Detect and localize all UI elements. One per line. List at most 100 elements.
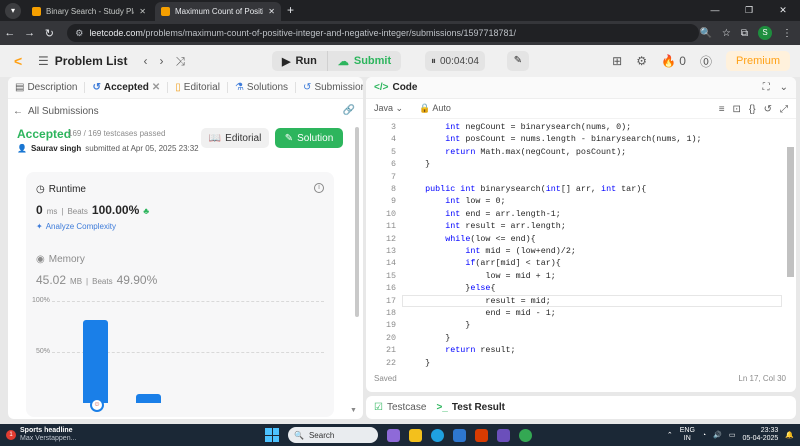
layout-icon[interactable]: ⊞ — [612, 54, 622, 68]
language-indicator[interactable]: ENG IN — [680, 427, 695, 443]
code-editor[interactable]: 3 int negCount = binarysearch(nums, 0); 4… — [366, 119, 786, 368]
editor-scrollbar[interactable] — [787, 147, 794, 277]
submitted-time: submitted at Apr 05, 2025 23:32 — [85, 144, 199, 153]
chevron-up-icon[interactable]: ⌃ — [667, 431, 673, 439]
search-label: Search — [308, 430, 335, 440]
browser-tab-binary-search[interactable]: Binary Search - Study Plan - Le ✕ — [26, 2, 152, 21]
checkbox-icon: ☑ — [374, 402, 383, 413]
minimize-icon[interactable]: — — [698, 0, 732, 20]
new-tab-button[interactable]: + — [287, 3, 294, 17]
bookmark-star-icon[interactable]: ☆ — [722, 28, 731, 39]
premium-button[interactable]: Premium — [725, 51, 790, 71]
code-line: end = mid - 1; — [405, 308, 556, 318]
scroll-down-icon[interactable]: ▼ — [350, 407, 357, 414]
tab-submissions[interactable]: ↺Submissions — [296, 82, 363, 93]
battery-icon[interactable]: ▭ — [729, 431, 736, 439]
reset-icon[interactable]: ↺ — [764, 104, 772, 115]
tab-editorial[interactable]: ▯ Editorial — [168, 82, 228, 93]
info-icon[interactable]: i — [314, 183, 324, 193]
search-lens-icon[interactable]: 🔍 — [699, 28, 711, 39]
forward-icon[interactable]: → — [20, 27, 40, 39]
solution-button[interactable]: ✎ Solution — [275, 128, 343, 148]
timer[interactable]: ⏸ 00:04:04 — [425, 51, 485, 71]
timer-icon: ⏸ — [431, 55, 436, 67]
shuffle-icon[interactable]: ⤨ — [175, 54, 185, 69]
leetcode-favicon — [32, 7, 41, 16]
your-submission-marker[interactable]: ☺ — [90, 398, 104, 412]
memory-bar[interactable] — [136, 393, 161, 403]
menu-icon[interactable]: ⋮ — [782, 28, 792, 39]
next-problem-icon[interactable]: › — [159, 54, 163, 68]
line-number: 8 — [390, 184, 396, 194]
tab-accepted[interactable]: ↺ Accepted ✕ — [85, 82, 169, 93]
chrome-icon[interactable] — [519, 428, 532, 442]
close-tab-icon[interactable]: ✕ — [139, 7, 146, 16]
file-explorer-icon[interactable] — [409, 428, 422, 442]
tab-test-result[interactable]: >_ Test Result — [436, 402, 505, 413]
browser-tab-max-count[interactable]: Maximum Count of Positive Inte ✕ — [155, 2, 281, 21]
braces-icon[interactable]: {} — [749, 104, 756, 115]
fullscreen-icon[interactable]: ⤢ — [780, 104, 788, 115]
back-icon[interactable]: ← — [0, 27, 20, 39]
edge-icon[interactable] — [431, 428, 444, 442]
author-name[interactable]: Saurav singh — [31, 144, 81, 153]
bookmark-icon[interactable]: ⊡ — [733, 104, 741, 115]
beats-separator: | — [86, 277, 89, 286]
wifi-icon[interactable]: ◔ — [702, 432, 706, 439]
profile-avatar[interactable]: S — [758, 26, 772, 40]
office-icon[interactable] — [475, 428, 488, 442]
close-tab-icon[interactable]: ✕ — [268, 7, 275, 16]
store-icon[interactable] — [453, 428, 466, 442]
notification-icon[interactable]: 🔔 — [785, 431, 794, 439]
tab-label: Editorial — [183, 82, 220, 93]
windows-taskbar: 1 Sports headline Max Verstappen... 🔍 Sear… — [0, 424, 800, 446]
notes-icon[interactable]: ≡ — [719, 104, 725, 115]
problem-list-link[interactable]: Problem List — [55, 54, 128, 68]
taskbar-search[interactable]: 🔍 Search — [288, 427, 378, 443]
share-link-icon[interactable]: 🔗 — [343, 105, 355, 116]
news-widget[interactable]: 1 Sports headline Max Verstappen... — [6, 427, 76, 443]
run-button[interactable]: ▶ Run — [272, 51, 327, 71]
close-icon[interactable]: ✕ — [152, 82, 160, 93]
memory-bar[interactable] — [83, 320, 108, 403]
line-number: 5 — [390, 146, 396, 157]
auto-indicator[interactable]: 🔒 Auto — [419, 103, 451, 114]
tab-testcase[interactable]: ☑ Testcase — [374, 402, 426, 413]
leetcode-logo[interactable]: < — [14, 53, 28, 69]
copilot-icon[interactable] — [387, 428, 400, 442]
expand-icon[interactable]: ⛶ — [763, 82, 770, 93]
app-icon[interactable] — [497, 428, 510, 442]
maximize-icon[interactable]: ❐ — [732, 0, 766, 20]
extensions-icon[interactable]: ⧉ — [741, 28, 748, 39]
editorial-button[interactable]: 📖 Editorial — [201, 128, 269, 148]
notes-button[interactable]: ✎ — [507, 51, 529, 71]
window-controls: — ❐ ✕ — [698, 0, 800, 20]
chevron-down-icon[interactable]: ⌄ — [780, 82, 788, 93]
tab-solutions[interactable]: ⚗ Solutions — [228, 82, 297, 93]
memory-header[interactable]: ◉ Memory — [36, 254, 85, 265]
clock[interactable]: 23:33 05-04-2025 — [742, 427, 778, 443]
windows-start-icon[interactable] — [265, 428, 279, 442]
url-field[interactable]: ⚙ leetcode.com/problems/maximum-count-of… — [67, 24, 700, 42]
runtime-header[interactable]: ◷ Runtime — [36, 184, 86, 195]
streak-counter[interactable]: 🔥 0 — [661, 54, 686, 68]
memory-value: 45.02 — [36, 273, 67, 287]
close-window-icon[interactable]: ✕ — [766, 0, 800, 20]
user-avatar[interactable]: ⓪ — [700, 53, 712, 70]
submit-button[interactable]: ☁ Submit — [326, 51, 401, 71]
clock-date: 05-04-2025 — [742, 435, 779, 442]
prev-problem-icon[interactable]: ‹ — [143, 54, 147, 68]
tab-description[interactable]: ▤ Description — [8, 82, 86, 93]
tab-search-button[interactable]: ▾ — [5, 3, 21, 19]
line-number: 7 — [390, 171, 396, 182]
scrollbar[interactable] — [355, 127, 359, 317]
site-info-icon[interactable]: ⚙ — [75, 28, 83, 39]
reload-icon[interactable]: ↻ — [40, 27, 60, 40]
cursor-position: Ln 17, Col 30 — [738, 374, 786, 383]
all-submissions-link[interactable]: ← All Submissions — [13, 106, 363, 117]
list-icon[interactable]: ☰ — [38, 54, 49, 68]
settings-icon[interactable]: ⚙ — [636, 54, 647, 68]
language-select[interactable]: Java ⌄ — [374, 103, 403, 114]
volume-icon[interactable]: 🔊 — [713, 431, 722, 439]
analyze-complexity-link[interactable]: ✦ Analyze Complexity — [36, 222, 116, 231]
